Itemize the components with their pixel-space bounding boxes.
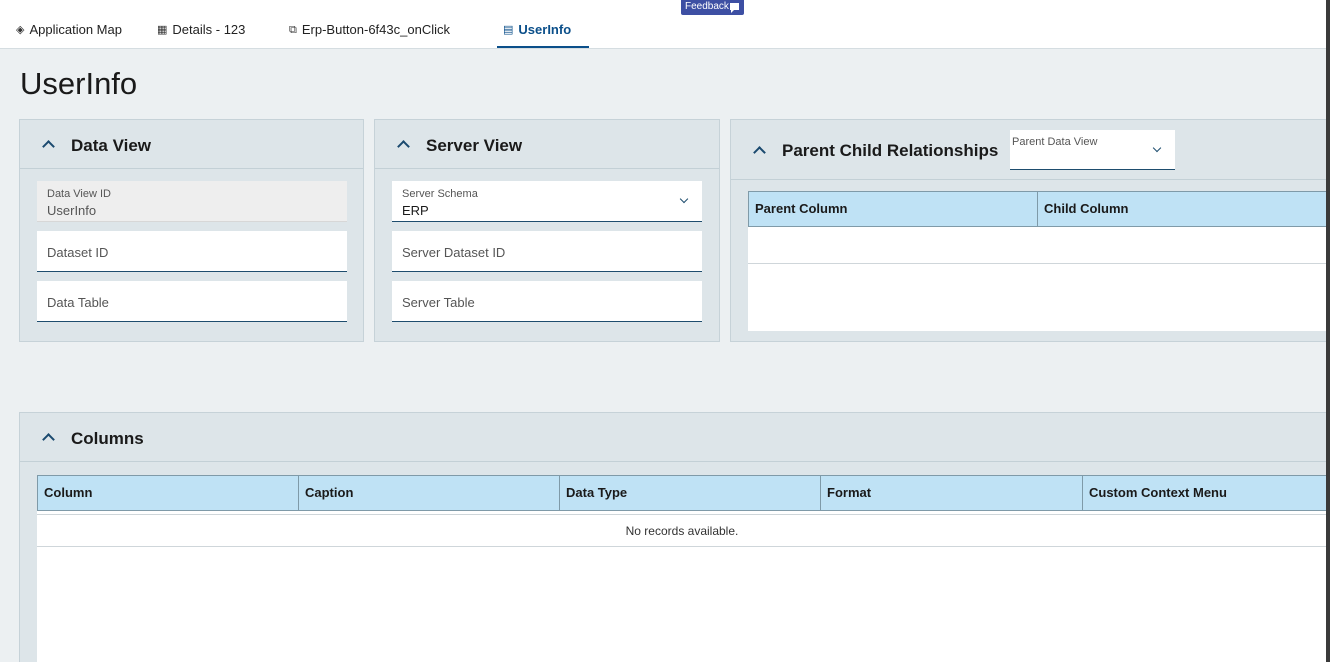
- grid-header: Parent Column Child Column: [748, 191, 1328, 227]
- field-value: UserInfo: [47, 203, 97, 218]
- field-placeholder: Data Table: [47, 295, 109, 310]
- server-view-panel: Server View Server Schema ERP Server Dat…: [374, 119, 720, 342]
- data-table-input[interactable]: Data Table: [37, 281, 347, 322]
- server-schema-dropdown[interactable]: Server Schema ERP: [392, 181, 702, 222]
- data-view-id-field: Data View ID UserInfo: [37, 181, 347, 222]
- chat-icon: [730, 3, 739, 13]
- tab-label: Application Map: [29, 22, 122, 37]
- tab-application-map[interactable]: ◈ Application Map: [16, 22, 122, 48]
- grid-icon: ▦: [157, 24, 168, 36]
- column-header[interactable]: Column: [38, 476, 299, 510]
- columns-grid: Column Caption Data Type Format Custom C…: [37, 475, 1327, 662]
- field-placeholder: Server Dataset ID: [402, 245, 506, 260]
- grid-header: Column Caption Data Type Format Custom C…: [37, 475, 1327, 511]
- layers-icon: ◈: [16, 24, 25, 36]
- columns-title: Columns: [71, 429, 144, 448]
- tab-erp-button-onclick[interactable]: ⧉ Erp-Button-6f43c_onClick: [289, 22, 450, 48]
- chevron-down-icon: [679, 194, 689, 204]
- column-header[interactable]: Data Type: [560, 476, 821, 510]
- column-header[interactable]: Custom Context Menu: [1083, 476, 1328, 510]
- columns-panel: Columns Column Caption Data Type Format …: [19, 412, 1327, 662]
- field-label: Data View ID: [47, 188, 111, 200]
- table-icon: ▤: [503, 24, 514, 36]
- tab-label: Details - 123: [172, 22, 246, 37]
- page: ◈ Application Map ▦ Details - 123 ⧉ Erp-…: [0, 0, 1330, 662]
- data-view-header[interactable]: Data View: [20, 120, 363, 169]
- chevron-up-icon[interactable]: [397, 140, 410, 153]
- server-view-title: Server View: [426, 136, 523, 155]
- chevron-up-icon[interactable]: [42, 433, 55, 446]
- relationships-title: Parent Child Relationships: [782, 141, 999, 160]
- chevron-up-icon[interactable]: [753, 146, 766, 159]
- server-dataset-id-input[interactable]: Server Dataset ID: [392, 231, 702, 272]
- column-header[interactable]: Format: [821, 476, 1083, 510]
- data-view-panel: Data View Data View ID UserInfo Dataset …: [19, 119, 364, 342]
- chevron-down-icon: [1152, 143, 1162, 153]
- tab-label: UserInfo: [518, 22, 572, 37]
- field-label: Parent Data View: [1012, 136, 1098, 148]
- window-edge: [1326, 0, 1330, 662]
- dataset-id-input[interactable]: Dataset ID: [37, 231, 347, 272]
- field-placeholder: Server Table: [402, 295, 475, 310]
- grid-empty-row: No records available.: [37, 514, 1327, 547]
- no-records-message: No records available.: [625, 524, 739, 538]
- tab-details[interactable]: ▦ Details - 123: [157, 22, 245, 48]
- tab-label: Erp-Button-6f43c_onClick: [301, 22, 450, 37]
- feedback-button[interactable]: Feedback: [681, 0, 744, 15]
- code-icon: ⧉: [289, 24, 297, 36]
- data-view-title: Data View: [71, 136, 152, 155]
- field-placeholder: Dataset ID: [47, 245, 109, 260]
- server-table-input[interactable]: Server Table: [392, 281, 702, 322]
- parent-data-view-dropdown[interactable]: Parent Data View: [1010, 130, 1175, 170]
- grid-empty-row: [748, 227, 1327, 264]
- feedback-label: Feedback: [685, 1, 729, 12]
- field-label: Server Schema: [402, 188, 478, 200]
- column-header[interactable]: Parent Column: [749, 192, 1038, 226]
- server-view-header[interactable]: Server View: [375, 120, 719, 169]
- column-header[interactable]: Child Column: [1038, 192, 1328, 226]
- tab-userinfo[interactable]: ▤ UserInfo: [497, 22, 589, 48]
- columns-header[interactable]: Columns: [20, 413, 1326, 462]
- field-value: ERP: [402, 203, 429, 218]
- relationships-grid: Parent Column Child Column: [748, 191, 1328, 331]
- column-header[interactable]: Caption: [299, 476, 560, 510]
- chevron-up-icon[interactable]: [42, 140, 55, 153]
- tab-bar: ◈ Application Map ▦ Details - 123 ⧉ Erp-…: [0, 0, 1326, 49]
- relationships-panel: Parent Child Relationships Parent Data V…: [730, 119, 1328, 342]
- page-title: UserInfo: [20, 66, 138, 101]
